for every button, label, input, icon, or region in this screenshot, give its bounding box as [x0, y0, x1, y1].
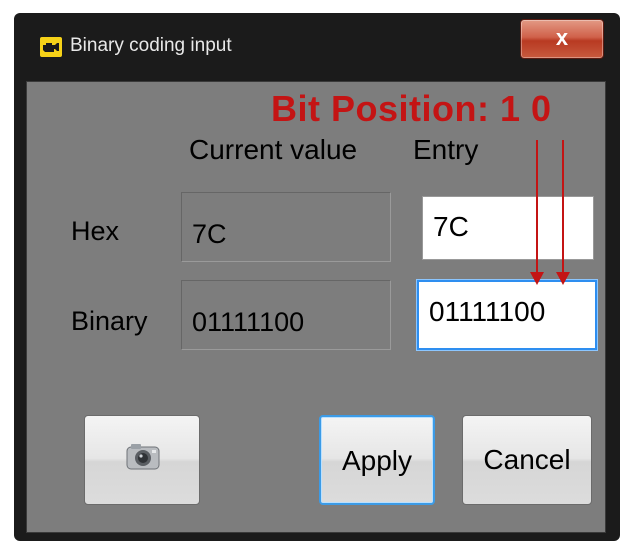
- engine-icon: [40, 37, 62, 57]
- title-bar[interactable]: Binary coding input x: [14, 13, 620, 79]
- close-button[interactable]: x: [520, 19, 604, 59]
- camera-icon: [125, 441, 161, 478]
- snapshot-button[interactable]: [84, 415, 200, 505]
- cancel-button[interactable]: Cancel: [462, 415, 592, 505]
- dialog-window: Binary coding input x Bit Position: 1 0 …: [14, 13, 620, 541]
- window-title: Binary coding input: [70, 35, 232, 56]
- apply-button[interactable]: Apply: [319, 415, 435, 505]
- dialog-body: Bit Position: 1 0 Current value Entry He…: [26, 81, 606, 533]
